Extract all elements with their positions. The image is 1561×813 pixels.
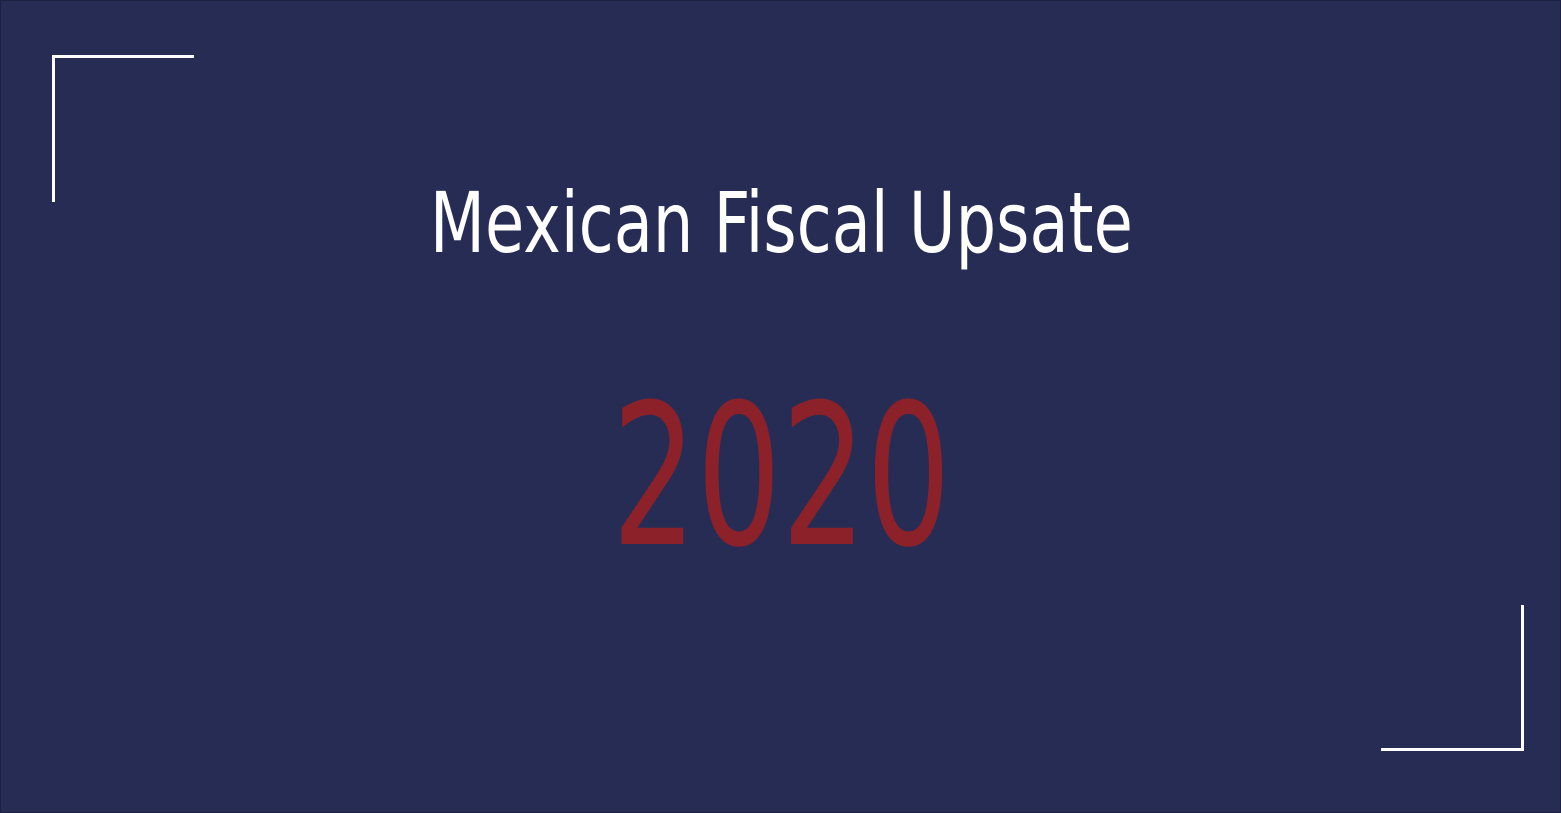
title-slide: Mexican Fiscal Upsate 2020 <box>0 0 1561 813</box>
top-left-corner-bracket <box>52 55 194 202</box>
slide-year: 2020 <box>611 363 951 591</box>
bottom-right-corner-bracket <box>1381 605 1524 751</box>
slide-title: Mexican Fiscal Upsate <box>429 174 1133 272</box>
